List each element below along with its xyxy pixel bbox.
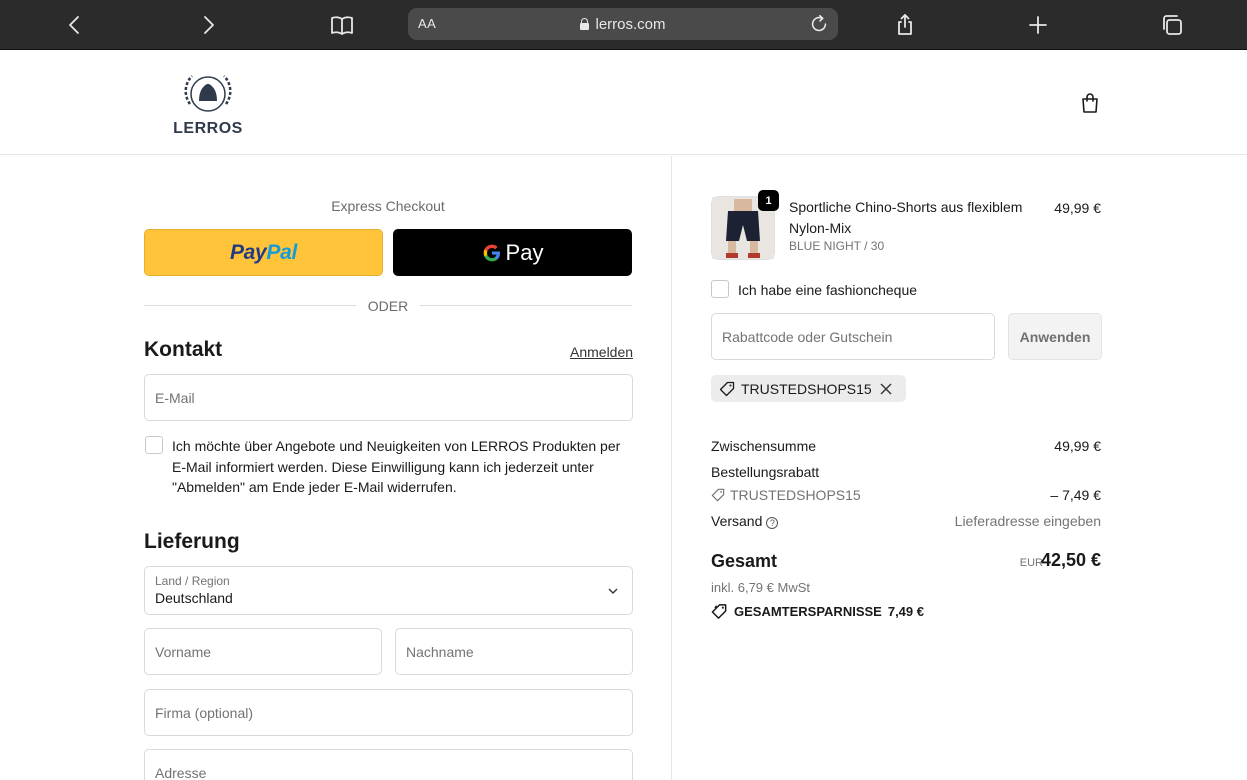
apply-discount-button[interactable]: Anwenden	[1008, 313, 1102, 360]
google-pay-button[interactable]: Pay	[393, 229, 632, 276]
or-divider: ODER	[144, 298, 632, 314]
newsletter-consent-text: Ich möchte über Angebote und Neuigkeiten…	[172, 438, 621, 495]
fashioncheque-label: Ich habe eine fashioncheque	[738, 282, 918, 298]
paypal-logo-part2: Pal	[266, 240, 298, 264]
country-label: Land / Region	[155, 574, 230, 588]
order-discount-code: TRUSTEDSHOPS15	[711, 487, 861, 503]
address-field[interactable]: Adresse	[144, 749, 633, 780]
country-select[interactable]: Land / Region Deutschland	[144, 566, 633, 615]
chevron-down-icon	[608, 588, 618, 594]
total-savings: GESAMTERSPARNISSE 7,49 €	[711, 603, 924, 620]
logo-wordmark: LERROS	[173, 120, 243, 137]
country-value: Deutschland	[155, 590, 233, 606]
browser-toolbar: AA lerros.com	[0, 0, 1247, 50]
firstname-placeholder: Vorname	[155, 644, 212, 660]
column-divider	[671, 156, 672, 780]
google-pay-label: Pay	[505, 239, 544, 265]
shipping-value: Lieferadresse eingeben	[954, 513, 1101, 529]
product-price: 49,99 €	[1054, 200, 1101, 216]
shipping-label: Versand	[711, 513, 763, 529]
order-discount-label: Bestellungsrabatt	[711, 464, 820, 480]
company-field[interactable]: Firma (optional)	[144, 689, 633, 736]
paypal-logo-part1: Pay	[229, 240, 267, 264]
quantity-badge: 1	[758, 190, 779, 211]
newsletter-checkbox[interactable]	[145, 436, 163, 454]
subtotal-label: Zwischensumme	[711, 438, 817, 454]
url-display: lerros.com	[408, 16, 838, 33]
total-value: 42,50 €	[1040, 550, 1101, 570]
bookmarks-icon[interactable]	[327, 10, 357, 40]
laurel-crest-icon	[184, 75, 232, 112]
tag-icon	[719, 381, 735, 396]
product-variant: BLUE NIGHT / 30	[789, 239, 885, 253]
close-icon[interactable]	[880, 383, 892, 395]
email-field[interactable]: E-Mail	[144, 374, 633, 421]
paypal-button[interactable]: PayPal	[144, 229, 383, 276]
savings-label: GESAMTERSPARNISSE	[734, 604, 882, 619]
help-icon[interactable]: ?	[766, 517, 779, 529]
new-tab-icon[interactable]	[1023, 10, 1053, 40]
fashioncheque-checkbox[interactable]	[711, 280, 729, 298]
address-bar[interactable]: AA lerros.com	[408, 8, 838, 40]
tabs-icon[interactable]	[1157, 10, 1187, 40]
applied-discount-chip: TRUSTEDSHOPS15	[711, 375, 906, 402]
order-discount-value: – 7,49 €	[1050, 487, 1101, 503]
or-divider-text: ODER	[367, 298, 409, 314]
express-checkout-label: Express Checkout	[331, 198, 445, 214]
address-placeholder: Adresse	[155, 765, 207, 780]
total-label: Gesamt	[711, 551, 778, 571]
product-title: Sportliche Chino-Shorts aus flexiblem Ny…	[789, 199, 1023, 236]
back-icon[interactable]	[60, 10, 90, 40]
email-placeholder: E-Mail	[155, 390, 195, 406]
google-pay-logo: Pay	[482, 239, 544, 266]
savings-tag-icon	[711, 604, 727, 619]
lastname-placeholder: Nachname	[406, 644, 474, 660]
discount-code-field[interactable]: Rabattcode oder Gutschein	[711, 313, 995, 360]
subtotal-value: 49,99 €	[1054, 438, 1101, 454]
applied-discount-code: TRUSTEDSHOPS15	[741, 380, 872, 397]
paypal-logo: PayPal	[230, 241, 297, 265]
contact-heading: Kontakt	[144, 338, 223, 361]
url-text: lerros.com	[595, 16, 666, 33]
firstname-field[interactable]: Vorname	[144, 628, 382, 675]
cart-icon[interactable]	[1079, 91, 1101, 115]
company-placeholder: Firma (optional)	[155, 705, 254, 721]
login-link[interactable]: Anmelden	[570, 344, 633, 360]
google-g-icon	[483, 244, 500, 261]
forward-icon[interactable]	[193, 10, 223, 40]
tax-line: inkl. 6,79 € MwSt	[711, 580, 810, 595]
savings-value: 7,49 €	[887, 604, 924, 619]
lock-icon	[580, 18, 590, 30]
total-currency: EUR	[1019, 557, 1043, 569]
site-header: LERROS	[0, 50, 1247, 155]
lerros-logo[interactable]: LERROS	[168, 68, 248, 138]
order-discount-code-text: TRUSTEDSHOPS15	[730, 487, 861, 503]
shipping-row-label: Versand?	[711, 513, 779, 529]
tag-icon	[711, 488, 725, 502]
lastname-field[interactable]: Nachname	[395, 628, 633, 675]
share-icon[interactable]	[890, 10, 920, 40]
delivery-heading: Lieferung	[144, 530, 240, 553]
discount-code-placeholder: Rabattcode oder Gutschein	[722, 329, 893, 345]
reload-icon[interactable]	[808, 13, 830, 35]
